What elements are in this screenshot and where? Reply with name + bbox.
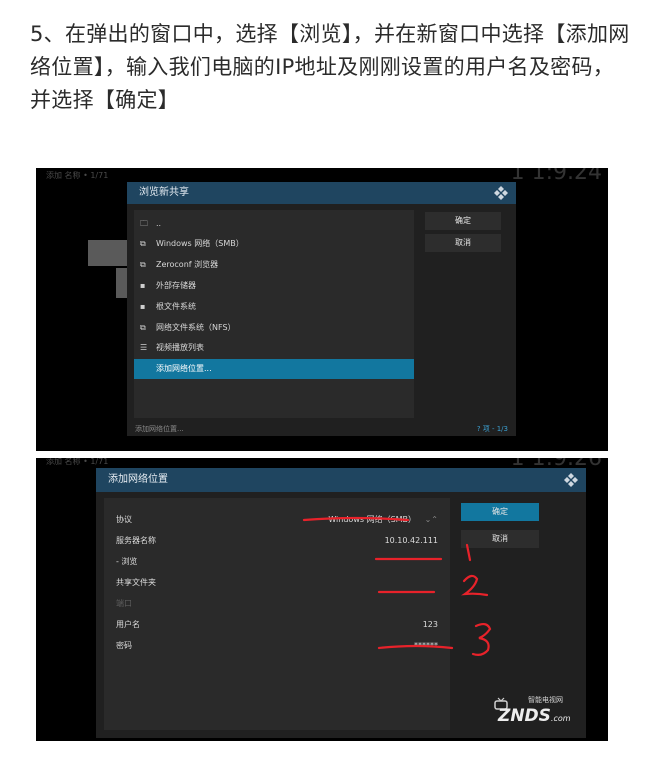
cancel-button[interactable]: 取消 [425,234,501,252]
list-item[interactable]: ☰ 视频播放列表 [134,338,414,358]
footer-page-count: ? 项 - 1/3 [476,425,508,433]
playlist-icon: ☰ [140,343,148,352]
list-item[interactable]: ⧉ 网络文件系统（NFS） [134,318,414,338]
kodi-logo-icon [494,186,508,200]
ok-button[interactable]: 确定 [425,212,501,230]
dialog-title: 浏览新共享 [127,182,516,204]
folder-up-icon: 🗀 [140,219,148,228]
list-item[interactable]: ▪ 根文件系统 [134,297,414,317]
network-share-icon: ⧉ [140,260,146,269]
list-item[interactable]: 🗀 .. [134,214,414,234]
footer-left-text: 添加网络位置... [135,425,184,433]
list-item[interactable]: ▪ 外部存储器 [134,276,414,296]
background-clock: 1 1:9.24 [510,168,602,185]
screenshot-add-network-location: 添加 名称 • 1/71 1 1:9.26 添加网络位置 协议 Windows … [36,458,608,741]
background-plus-shape [88,240,128,266]
drive-icon: ▪ [140,281,146,290]
watermark-brand: ZNDS.com [498,706,571,726]
list-item-add-network-location[interactable]: 添加网络位置... [134,359,414,379]
drive-icon: ▪ [140,302,146,311]
browse-share-dialog: 浏览新共享 🗀 .. ⧉ Windows 网络（SMB） ⧉ Zeroconf … [127,182,516,436]
znds-watermark: 智能电视网 ZNDS.com [494,695,586,729]
watermark-caption: 智能电视网 [528,696,563,704]
list-item[interactable]: ⧉ Windows 网络（SMB） [134,234,414,254]
screenshot-browse-share: 添加 名称 • 1/71 1 1:9.24 浏览新共享 🗀 .. ⧉ Windo… [36,168,608,451]
share-source-list[interactable]: 🗀 .. ⧉ Windows 网络（SMB） ⧉ Zeroconf 浏览器 ▪ … [134,210,414,418]
network-share-icon: ⧉ [140,323,146,332]
background-status-text: 添加 名称 • 1/71 [46,171,109,180]
network-share-icon: ⧉ [140,239,146,248]
instruction-text: 5、在弹出的窗口中，选择【浏览】，并在新窗口中选择【添加网络位置】，输入我们电脑… [30,22,630,112]
list-item[interactable]: ⧉ Zeroconf 浏览器 [134,255,414,275]
